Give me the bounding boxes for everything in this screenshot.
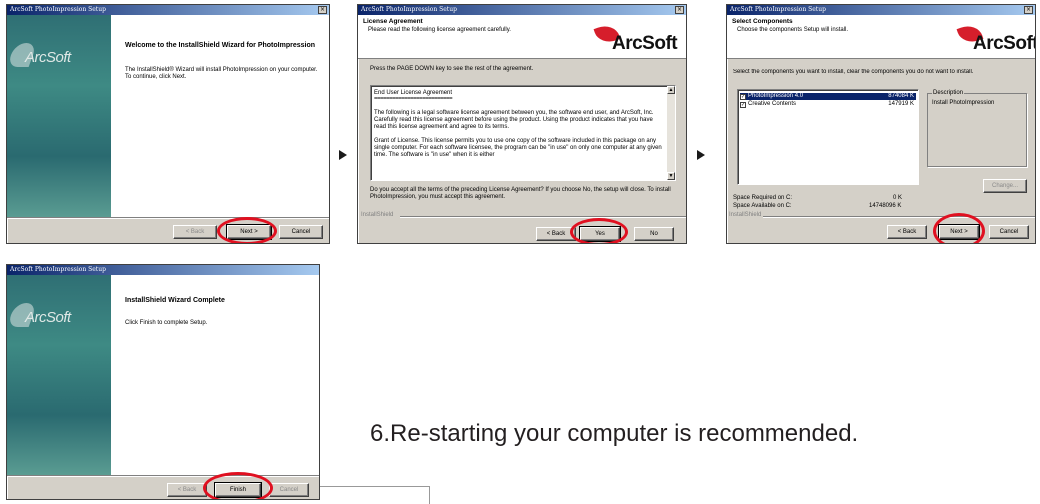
footer-divider	[763, 216, 1035, 218]
select-instruction: Select the components you want to instal…	[733, 69, 974, 75]
step-arrow-icon	[339, 150, 347, 160]
arcsoft-logo: ArcSoft	[612, 33, 678, 54]
welcome-content: Welcome to the InstallShield Wizard for …	[111, 15, 329, 217]
close-icon[interactable]: ×	[675, 6, 684, 14]
title-bar: ArcSoft PhotoImpression Setup ×	[727, 5, 1035, 15]
highlight-circle	[570, 218, 628, 243]
eula-paragraph: Grant of License. This license permits y…	[374, 138, 662, 158]
space-required-value: 0 K	[893, 195, 903, 201]
side-banner: ArcSoft	[7, 275, 111, 475]
highlight-circle	[203, 472, 273, 499]
checkbox-checked-icon[interactable]: ✓	[740, 102, 746, 108]
select-header: Select Components Choose the components …	[727, 15, 1035, 59]
complete-dialog: ArcSoft PhotoImpression Setup ArcSoft In…	[6, 264, 320, 500]
space-required-label: Space Required on C:	[733, 195, 793, 201]
footer-divider	[400, 216, 686, 218]
eula-paragraph: The following is a legal software licens…	[374, 110, 654, 130]
step-caption: 6.Re-starting your computer is recommend…	[370, 420, 859, 447]
description-text: Install PhotoImpression	[932, 100, 995, 106]
arcsoft-logo: ArcSoft	[973, 33, 1036, 54]
component-name: PhotoImpression 4.0	[748, 93, 804, 99]
cancel-button[interactable]: Cancel	[279, 225, 323, 239]
title-bar: ArcSoft PhotoImpression Setup	[7, 265, 319, 275]
complete-heading: InstallShield Wizard Complete	[125, 297, 225, 304]
title-bar: ArcSoft PhotoImpression Setup ×	[7, 5, 329, 15]
back-button[interactable]: < Back	[887, 225, 927, 239]
no-button[interactable]: No	[634, 227, 674, 241]
component-photoimpression[interactable]: ✓ PhotoImpression 4.0 874084 K	[740, 93, 916, 100]
description-label: Description	[932, 90, 965, 96]
license-dialog: ArcSoft PhotoImpression Setup × License …	[357, 4, 687, 244]
select-components-dialog: ArcSoft PhotoImpression Setup × Select C…	[726, 4, 1036, 244]
step-arrow-icon	[697, 150, 705, 160]
select-subtitle: Choose the components Setup will install…	[737, 27, 849, 33]
complete-content: InstallShield Wizard Complete Click Fini…	[111, 275, 319, 475]
window-title: ArcSoft PhotoImpression Setup	[10, 266, 106, 273]
window-title: ArcSoft PhotoImpression Setup	[730, 6, 826, 13]
installshield-label: InstallShield	[729, 212, 762, 218]
close-icon[interactable]: ×	[1024, 6, 1033, 14]
change-button[interactable]: Change...	[983, 179, 1027, 193]
scroll-down-icon[interactable]: ▼	[667, 172, 675, 180]
close-icon[interactable]: ×	[318, 6, 327, 14]
welcome-dialog: ArcSoft PhotoImpression Setup × ArcSoft …	[6, 4, 330, 244]
scroll-up-icon[interactable]: ▲	[667, 86, 675, 94]
license-instruction: Press the PAGE DOWN key to see the rest …	[370, 66, 534, 72]
component-creative-contents[interactable]: ✓ Creative Contents 147919 K	[740, 101, 916, 108]
eula-rule: ==========================	[374, 96, 453, 102]
back-button[interactable]: < Back	[167, 483, 207, 497]
footer-divider	[7, 217, 329, 219]
title-bar: ArcSoft PhotoImpression Setup ×	[358, 5, 686, 15]
highlight-circle	[217, 217, 277, 243]
arcsoft-logo: ArcSoft	[25, 309, 71, 326]
components-list[interactable]: ✓ PhotoImpression 4.0 874084 K ✓ Creative …	[737, 89, 919, 185]
license-subtitle: Please read the following license agreem…	[368, 27, 511, 33]
installshield-label: InstallShield	[361, 212, 394, 218]
license-title: License Agreement	[363, 18, 423, 25]
manual-page: ArcSoft PhotoImpression Setup × ArcSoft …	[0, 0, 1040, 504]
select-title: Select Components	[732, 18, 793, 25]
license-header: License Agreement Please read the follow…	[358, 15, 686, 59]
component-name: Creative Contents	[748, 101, 797, 107]
welcome-heading: Welcome to the InstallShield Wizard for …	[125, 42, 315, 49]
highlight-circle	[933, 213, 985, 243]
space-available-label: Space Available on C:	[733, 203, 792, 209]
window-title: ArcSoft PhotoImpression Setup	[361, 6, 457, 13]
back-button[interactable]: < Back	[173, 225, 217, 239]
license-textbox[interactable]: End User License Agreement =============…	[370, 85, 676, 181]
arcsoft-logo: ArcSoft	[25, 49, 71, 66]
footer-divider	[7, 475, 319, 477]
license-scrollbar[interactable]: ▲ ▼	[667, 86, 675, 180]
component-size: 874084 K	[888, 93, 914, 99]
window-title: ArcSoft PhotoImpression Setup	[10, 6, 106, 13]
cancel-button[interactable]: Cancel	[989, 225, 1029, 239]
license-question: Do you accept all the terms of the prece…	[370, 187, 671, 200]
complete-body: Click Finish to complete Setup.	[125, 320, 208, 326]
checkbox-checked-icon[interactable]: ✓	[740, 94, 746, 100]
page-frame-line	[320, 486, 430, 504]
cancel-button[interactable]: Cancel	[269, 483, 309, 497]
side-banner: ArcSoft	[7, 15, 111, 217]
welcome-body: The InstallShield® Wizard will install P…	[125, 67, 318, 80]
space-available-value: 14748096 K	[869, 203, 902, 209]
description-group: Description Install PhotoImpression	[927, 90, 1027, 167]
component-size: 147919 K	[888, 101, 914, 107]
